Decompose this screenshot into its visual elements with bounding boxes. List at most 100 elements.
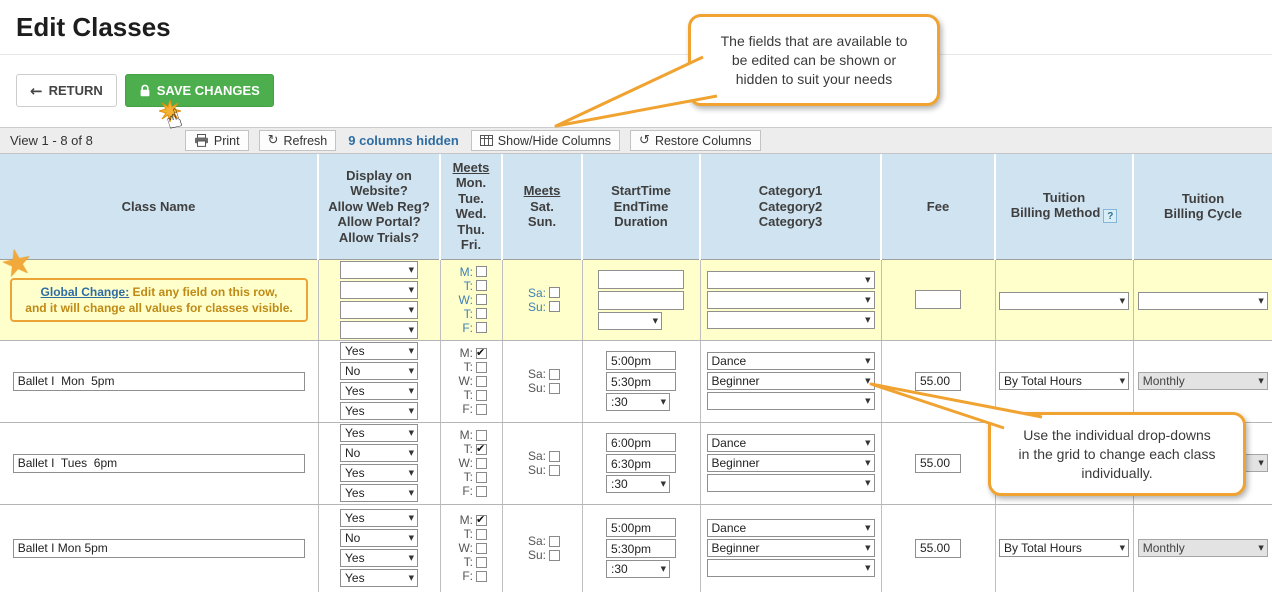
start-time-input[interactable]: [606, 518, 676, 538]
meets-tue-checkbox[interactable]: [476, 528, 487, 540]
meets-thu-checkbox[interactable]: [476, 471, 487, 483]
global-meets-thu-checkbox[interactable]: [476, 308, 487, 319]
allow-trials-select[interactable]: Yes ▼: [340, 484, 418, 502]
duration-select[interactable]: :30 ▼: [606, 560, 670, 579]
fee-input[interactable]: [915, 453, 961, 473]
col-header-meets-weekend: Meets Sat. Sun.: [502, 154, 583, 260]
global-category1-select[interactable]: ▼: [706, 270, 875, 289]
category1-select[interactable]: Dance ▼: [706, 352, 875, 370]
global-meets-sat-checkbox[interactable]: [549, 287, 560, 298]
category1-select[interactable]: Dance ▼: [706, 434, 875, 452]
return-button[interactable]: ← RETURN: [16, 74, 117, 107]
global-display-website-select[interactable]: ▼: [340, 260, 418, 279]
allow-trials-select[interactable]: Yes ▼: [340, 402, 418, 420]
class-name-input[interactable]: [12, 538, 305, 558]
global-fee-input[interactable]: [915, 290, 961, 309]
global-meets-weekend-cell: Sa: Su:: [502, 259, 583, 341]
category2-select[interactable]: Beginner ▼: [706, 372, 875, 390]
duration-select[interactable]: :30 ▼: [606, 393, 670, 411]
global-category2-select[interactable]: ▼: [706, 290, 875, 309]
global-allow-webreg-select[interactable]: ▼: [340, 280, 418, 299]
allow-trials-select[interactable]: Yes ▼: [340, 569, 418, 588]
dropdown-arrow-icon: ▼: [408, 469, 414, 477]
display-website-select[interactable]: Yes ▼: [340, 509, 418, 528]
save-changes-button[interactable]: SAVE CHANGES: [124, 74, 274, 107]
category3-select[interactable]: ▼: [706, 392, 875, 410]
meets-fri-checkbox[interactable]: [476, 570, 487, 582]
duration-select[interactable]: :30 ▼: [606, 475, 670, 493]
allow-portal-select[interactable]: Yes ▼: [340, 464, 418, 482]
display-website-select[interactable]: Yes ▼: [340, 342, 418, 360]
refresh-icon: ↻: [267, 133, 279, 148]
meets-fri-checkbox[interactable]: [476, 403, 487, 415]
category3-select[interactable]: ▼: [706, 559, 875, 578]
meets-tue-checkbox[interactable]: [476, 361, 487, 373]
global-display-cell: ▼ ▼ ▼ ▼: [318, 259, 441, 341]
meets-sat-checkbox[interactable]: [549, 535, 560, 547]
global-start-time-input[interactable]: [598, 269, 684, 289]
start-time-input[interactable]: [606, 433, 676, 452]
global-meets-mon-checkbox[interactable]: [476, 266, 487, 277]
show-hide-columns-button[interactable]: Show/Hide Columns: [470, 130, 621, 151]
global-billing-cycle-select[interactable]: ▼: [1137, 291, 1268, 310]
meets-weekdays-cell: M: T: W: T: F:: [440, 340, 503, 423]
allow-webreg-select[interactable]: No ▼: [340, 529, 418, 548]
meets-fri-checkbox[interactable]: [476, 485, 487, 497]
global-category3-select[interactable]: ▼: [706, 310, 875, 329]
billing-method-select[interactable]: By Total Hours ▼: [999, 539, 1129, 558]
allow-portal-select[interactable]: Yes ▼: [340, 382, 418, 400]
class-row: Yes▼ No▼ Yes▼ Yes▼ M: T: W: T: F: Sa: Su…: [0, 504, 1272, 592]
dropdown-arrow-icon: ▼: [1258, 296, 1264, 305]
display-website-select[interactable]: Yes ▼: [340, 424, 418, 442]
meets-sun-checkbox[interactable]: [549, 464, 560, 476]
meets-wed-checkbox[interactable]: [476, 542, 487, 554]
global-duration-select[interactable]: ▼: [598, 311, 662, 330]
global-meets-tue-checkbox[interactable]: [476, 280, 487, 291]
meets-thu-checkbox[interactable]: [476, 389, 487, 401]
category3-select[interactable]: ▼: [706, 474, 875, 492]
allow-webreg-select[interactable]: No ▼: [340, 444, 418, 462]
fee-input[interactable]: [915, 538, 961, 558]
global-allow-portal-select[interactable]: ▼: [340, 300, 418, 319]
category1-select[interactable]: Dance ▼: [706, 519, 875, 538]
start-time-input[interactable]: [606, 351, 676, 370]
meets-wed-checkbox[interactable]: [476, 457, 487, 469]
global-meets-wed-checkbox[interactable]: [476, 294, 487, 305]
end-time-input[interactable]: [606, 539, 676, 559]
meets-sat-checkbox[interactable]: [549, 450, 560, 462]
meets-sat-checkbox[interactable]: [549, 368, 560, 380]
meets-sun-checkbox[interactable]: [549, 549, 560, 561]
dropdown-arrow-icon: ▼: [1258, 377, 1264, 385]
end-time-input[interactable]: [606, 372, 676, 391]
meets-wed-checkbox[interactable]: [476, 375, 487, 387]
class-name-input[interactable]: [12, 453, 305, 473]
restore-columns-button[interactable]: ↺ Restore Columns: [630, 130, 761, 151]
global-allow-trials-select[interactable]: ▼: [340, 320, 418, 339]
meets-mon-checkbox[interactable]: [476, 429, 487, 441]
meets-tue-checkbox[interactable]: [476, 442, 487, 456]
global-change-link[interactable]: Global Change:: [41, 285, 130, 299]
fee-cell: [881, 422, 996, 505]
global-fee-cell: [881, 259, 996, 341]
category2-select[interactable]: Beginner ▼: [706, 454, 875, 472]
allow-webreg-select[interactable]: No ▼: [340, 362, 418, 380]
global-meets-sun-checkbox[interactable]: [549, 301, 560, 312]
categories-cell: Dance ▼ Beginner ▼ ▼: [700, 422, 882, 505]
fee-input[interactable]: [915, 371, 961, 391]
meets-mon-checkbox[interactable]: [476, 346, 487, 360]
class-name-input[interactable]: [12, 371, 305, 391]
global-end-time-input[interactable]: [598, 290, 684, 310]
refresh-button[interactable]: ↻ Refresh: [258, 130, 337, 151]
help-icon[interactable]: ?: [1103, 209, 1118, 223]
global-billing-method-select[interactable]: ▼: [999, 291, 1129, 310]
meets-mon-checkbox[interactable]: [476, 513, 487, 527]
meets-thu-checkbox[interactable]: [476, 556, 487, 568]
allow-portal-select[interactable]: Yes ▼: [340, 549, 418, 568]
meets-sun-checkbox[interactable]: [549, 382, 560, 394]
end-time-input[interactable]: [606, 454, 676, 473]
display-options-cell: Yes ▼ No ▼ Yes ▼ Yes ▼: [318, 340, 441, 423]
print-button[interactable]: Print: [184, 130, 249, 151]
global-meets-fri-checkbox[interactable]: [476, 322, 487, 333]
category2-select[interactable]: Beginner ▼: [706, 539, 875, 558]
billing-method-select[interactable]: By Total Hours ▼: [999, 372, 1129, 390]
